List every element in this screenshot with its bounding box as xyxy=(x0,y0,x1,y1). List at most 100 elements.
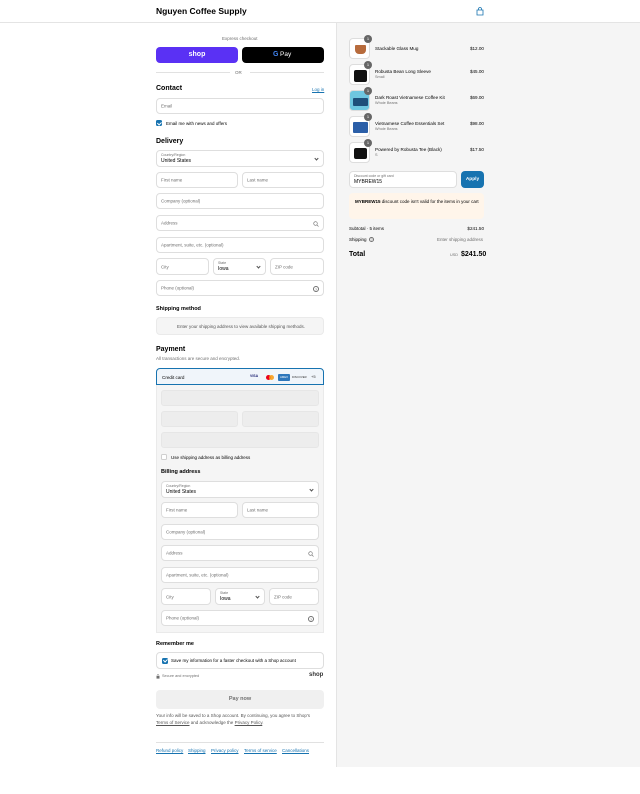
phone-placeholder: Phone (optional) xyxy=(161,285,195,291)
billing-state-label: State xyxy=(220,591,229,595)
secure-label: Secure and encrypted xyxy=(162,674,200,678)
mug-image xyxy=(355,45,366,54)
search-icon xyxy=(308,551,314,557)
divider xyxy=(156,742,324,743)
first-name-field[interactable]: First name xyxy=(156,172,238,188)
help-icon[interactable]: ? xyxy=(308,615,314,622)
billing-company-field[interactable]: Company (optional) xyxy=(161,524,319,540)
total-value: $241.50 xyxy=(461,251,487,258)
shipping-value: Enter shipping address xyxy=(437,237,484,242)
coffee-kit-image xyxy=(353,98,368,106)
payment-title: Payment xyxy=(156,346,186,353)
save-info-checkbox[interactable] xyxy=(162,657,168,664)
billing-apartment-placeholder: Apartment, suite, etc. (optional) xyxy=(166,572,229,578)
apartment-placeholder: Apartment, suite, etc. (optional) xyxy=(161,242,224,248)
company-field[interactable]: Company (optional) xyxy=(156,193,324,209)
apartment-field[interactable]: Apartment, suite, etc. (optional) xyxy=(156,237,324,253)
billing-phone-placeholder: Phone (optional) xyxy=(166,615,200,621)
email-field[interactable]: Email xyxy=(156,98,324,114)
newsletter-label: Email me with news and offers xyxy=(166,120,227,126)
item-variant: S xyxy=(375,153,378,157)
login-link[interactable]: Log in xyxy=(312,87,324,92)
credit-card-option[interactable]: Credit card VISA AMEX DISCOVER +5 xyxy=(156,368,324,385)
use-shipping-checkbox[interactable] xyxy=(161,454,167,460)
billing-state-select[interactable]: State Iowa xyxy=(215,588,265,605)
phone-field[interactable]: Phone (optional) ? xyxy=(156,280,324,296)
terms-of-service-link[interactable]: Terms of Service xyxy=(156,720,190,725)
discount-error-banner: MYBREW15 discount code isn't valid for t… xyxy=(349,193,484,219)
shipping-method-notice: Enter your shipping address to view avai… xyxy=(156,317,324,335)
tee-image xyxy=(354,148,367,159)
item-variant: Whole Beans xyxy=(375,101,398,105)
name-on-card-field[interactable] xyxy=(161,432,319,448)
state-select[interactable]: State Iowa xyxy=(213,258,266,275)
city-placeholder: City xyxy=(161,264,169,269)
security-code-field[interactable] xyxy=(242,411,319,427)
billing-first-name-field[interactable]: First name xyxy=(161,502,238,518)
item-name: Powered by Robusta Tee (Black) xyxy=(375,147,442,152)
billing-country-label: Country/Region xyxy=(166,484,191,488)
billing-title: Billing address xyxy=(161,469,201,475)
use-shipping-label: Use shipping address as billing address xyxy=(171,454,251,460)
newsletter-checkbox[interactable] xyxy=(156,120,162,126)
refund-policy-link[interactable]: Refund policy xyxy=(156,748,183,753)
shop-logo: shop xyxy=(309,672,324,678)
privacy-policy-link[interactable]: Privacy Policy xyxy=(235,720,263,725)
quantity-badge: 1 xyxy=(364,139,372,147)
state-label: State xyxy=(218,261,227,265)
google-g-icon: G xyxy=(273,50,279,58)
help-icon[interactable]: ? xyxy=(313,285,319,292)
shipping-method-title: Shipping method xyxy=(156,306,201,312)
address-placeholder: Address xyxy=(161,220,178,226)
google-pay-button[interactable]: G Pay xyxy=(242,47,324,63)
product-thumbnail: 1 xyxy=(349,113,372,137)
shop-name[interactable]: Nguyen Coffee Supply xyxy=(156,6,247,16)
last-name-field[interactable]: Last name xyxy=(242,172,324,188)
more-cards-label: +5 xyxy=(311,374,316,379)
item-name: Dark Roast Vietnamese Coffee Kit xyxy=(375,95,445,100)
shipping-link[interactable]: Shipping xyxy=(188,748,206,753)
divider xyxy=(250,72,324,73)
billing-address-field[interactable]: Address xyxy=(161,545,319,561)
discount-value: MYBREW15 xyxy=(354,179,383,185)
billing-zip-field[interactable]: ZIP code xyxy=(269,588,319,605)
city-field[interactable]: City xyxy=(156,258,209,275)
cancellations-link[interactable]: Cancellations xyxy=(282,748,309,753)
address-field[interactable]: Address xyxy=(156,215,324,231)
item-price: $98.00 xyxy=(469,121,484,126)
billing-apartment-field[interactable]: Apartment, suite, etc. (optional) xyxy=(161,567,319,583)
shipping-method-message: Enter your shipping address to view avai… xyxy=(176,324,306,329)
billing-country-select[interactable]: Country/Region United States xyxy=(161,481,319,498)
discount-code-field[interactable]: Discount code or gift card MYBREW15 xyxy=(349,171,457,188)
privacy-policy-footer-link[interactable]: Privacy policy xyxy=(211,748,239,753)
chevron-down-icon xyxy=(256,264,261,269)
terms-of-service-footer-link[interactable]: Terms of service xyxy=(244,748,277,753)
billing-last-name-field[interactable]: Last name xyxy=(242,502,319,518)
legal-end: . xyxy=(262,720,264,725)
card-number-field[interactable] xyxy=(161,390,319,406)
pay-now-button[interactable]: Pay now xyxy=(156,690,324,709)
help-icon[interactable]: ? xyxy=(369,237,374,242)
country-select[interactable]: Country/Region United States xyxy=(156,150,324,167)
mastercard-icon xyxy=(265,374,275,380)
expiry-field[interactable] xyxy=(161,411,238,427)
billing-city-field[interactable]: City xyxy=(161,588,211,605)
header: Nguyen Coffee Supply xyxy=(0,0,640,23)
item-price: $45.00 xyxy=(469,69,484,74)
billing-state-value: Iowa xyxy=(220,596,231,602)
item-price: $12.00 xyxy=(469,46,484,51)
apply-button[interactable]: Apply xyxy=(461,171,484,188)
zip-field[interactable]: ZIP code xyxy=(270,258,324,275)
essentials-set-image xyxy=(353,122,368,133)
express-checkout-label: Express checkout xyxy=(222,36,258,41)
billing-phone-field[interactable]: Phone (optional) ? xyxy=(161,610,319,626)
error-text: discount code isn't valid for the items … xyxy=(381,199,479,204)
shipping-label: Shipping xyxy=(349,237,367,242)
shop-pay-button[interactable]: shop xyxy=(156,47,238,63)
product-thumbnail: 1 xyxy=(349,35,372,59)
product-thumbnail: 1 xyxy=(349,139,372,163)
shopping-bag-icon[interactable] xyxy=(476,7,484,16)
error-code: MYBREW15 xyxy=(355,199,381,204)
apply-label: Apply xyxy=(465,176,480,182)
quantity-badge: 1 xyxy=(364,61,372,69)
